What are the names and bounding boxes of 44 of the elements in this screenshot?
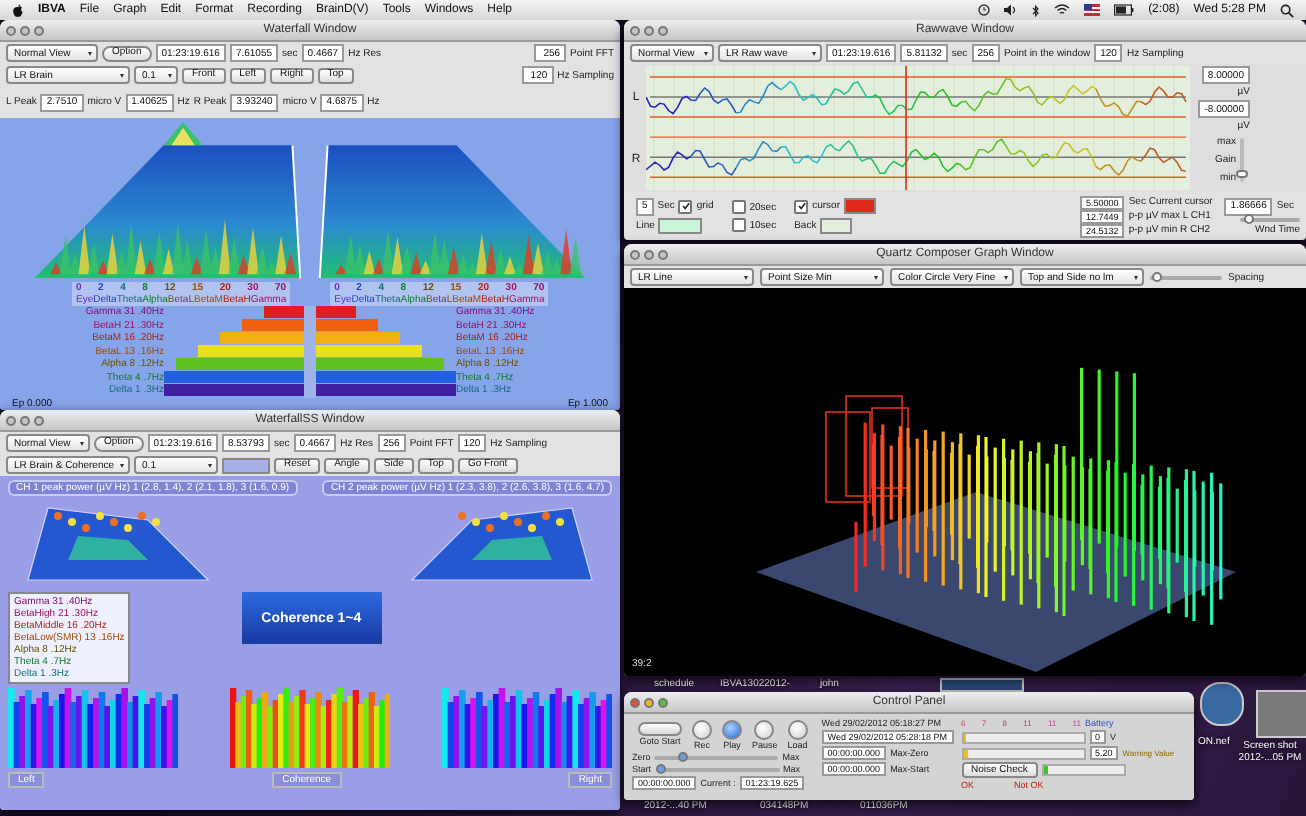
transport-button[interactable] — [722, 719, 742, 739]
minimize-button[interactable] — [20, 415, 30, 425]
transport-button[interactable] — [692, 719, 712, 739]
checkbox[interactable] — [678, 199, 693, 213]
minimize-button[interactable] — [644, 249, 654, 259]
close-button[interactable] — [6, 25, 16, 35]
back-color-swatch[interactable] — [820, 218, 853, 234]
file-thumbnail[interactable] — [940, 678, 1024, 692]
close-button[interactable] — [630, 25, 640, 35]
slider-thumb[interactable] — [1236, 170, 1248, 179]
color-swatch[interactable] — [222, 457, 271, 473]
checkbox[interactable] — [731, 200, 746, 214]
slider-thumb[interactable] — [655, 763, 666, 773]
slider-thumb[interactable] — [1244, 213, 1254, 223]
close-button[interactable] — [630, 697, 640, 707]
close-button[interactable] — [630, 249, 640, 259]
clock-icon[interactable] — [978, 4, 991, 16]
close-button[interactable] — [6, 415, 16, 425]
zoom-button[interactable] — [34, 25, 44, 35]
minimize-button[interactable] — [644, 25, 654, 35]
cursor-line — [905, 66, 907, 190]
image-thumbnail[interactable] — [1256, 690, 1306, 738]
zoom-button[interactable] — [658, 25, 668, 35]
wifi-icon[interactable] — [1054, 4, 1071, 16]
bluetooth-icon[interactable] — [1032, 3, 1041, 17]
minimize-button[interactable] — [644, 697, 654, 707]
slider-thumb[interactable] — [1152, 271, 1163, 281]
checkbox[interactable] — [731, 218, 746, 232]
zoom-button[interactable] — [658, 249, 668, 259]
cursor-color-swatch[interactable] — [844, 198, 876, 214]
transport-button[interactable] — [787, 719, 808, 739]
zoom-button[interactable] — [34, 415, 44, 425]
transport-button[interactable] — [638, 722, 682, 736]
minimize-button[interactable] — [20, 25, 30, 35]
apple-logo-icon[interactable] — [12, 3, 24, 17]
zoom-button[interactable] — [658, 697, 668, 707]
checkbox[interactable] — [794, 199, 809, 213]
battery-icon[interactable] — [1114, 4, 1135, 16]
flag-icon[interactable] — [1084, 4, 1101, 16]
line-color-swatch[interactable] — [658, 218, 703, 234]
slider-thumb[interactable] — [677, 751, 688, 761]
search-icon[interactable] — [1280, 3, 1294, 17]
volume-icon[interactable] — [1004, 4, 1019, 16]
transport-button[interactable] — [754, 719, 775, 739]
